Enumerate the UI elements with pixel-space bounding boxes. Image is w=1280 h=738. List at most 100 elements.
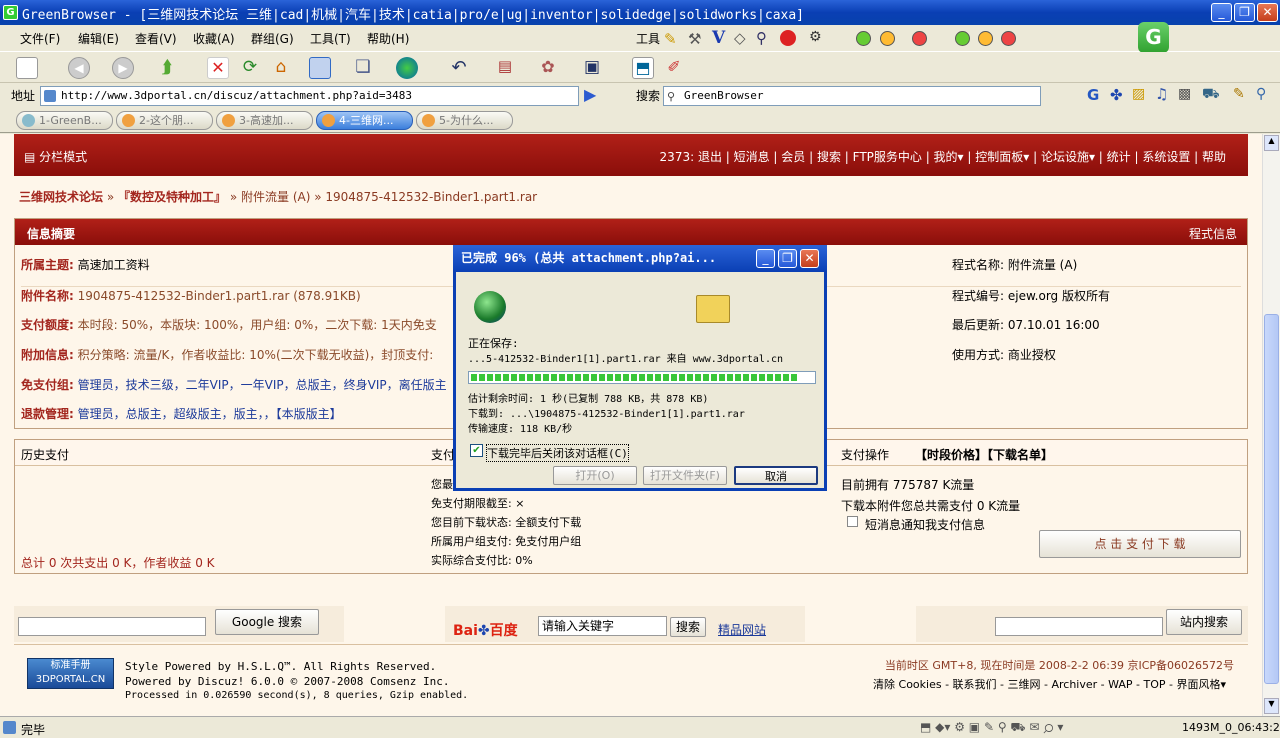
download-dialog: 已完成 96% (总共 attachment.php?ai... _ ❐ ✕ 正… <box>453 245 827 491</box>
op-links[interactable]: 【时段价格】【下载名单】 <box>915 446 1053 463</box>
mode-link[interactable]: ▤ 分栏模式 <box>24 148 87 165</box>
collector-icon[interactable]: ▤ <box>494 57 516 79</box>
save-icon[interactable]: ▣ <box>581 57 603 79</box>
dialog-minimize-button[interactable]: _ <box>756 249 775 268</box>
status-icons[interactable]: ⬒ ◆▾ ⚙ ▣ ✎ ⚲ ⛟ ✉ ⌕ ▾ <box>920 720 1063 736</box>
news-search-icon[interactable]: ▩ <box>1178 86 1191 102</box>
undo-icon[interactable]: ↶ <box>448 57 470 79</box>
skin-icon[interactable]: ✿ <box>537 57 559 79</box>
site-search-button[interactable]: 站内搜索 <box>1166 609 1242 635</box>
home-icon[interactable]: ⌂ <box>270 57 292 79</box>
search-input[interactable]: ⚲ GreenBrowser <box>663 86 1041 106</box>
new-page-icon[interactable] <box>16 57 38 79</box>
dialog-maximize-button[interactable]: ❐ <box>778 249 797 268</box>
menu-view[interactable]: 查看(V) <box>135 30 177 47</box>
minimize-button[interactable]: _ <box>1211 3 1232 22</box>
favorites-panel-icon[interactable] <box>309 57 331 79</box>
zoom-icon[interactable]: ⚲ <box>756 29 774 47</box>
google-search-button[interactable]: Google 搜索 <box>215 609 319 635</box>
pages-icon[interactable]: ❏ <box>352 57 374 79</box>
eraser-icon[interactable]: ◇ <box>734 29 752 47</box>
up-icon[interactable]: ⮭ <box>156 57 178 79</box>
scroll-down-icon[interactable]: ▼ <box>1264 698 1279 714</box>
pen-icon[interactable]: ✎ <box>664 30 682 48</box>
baidu-search-button[interactable]: 搜索 <box>670 617 706 637</box>
row-value[interactable]: 管理员，技术三级，二年VIP，一年VIP，总版主，终身VIP，离任版主 <box>78 378 447 392</box>
notify-checkbox[interactable] <box>847 516 858 527</box>
fullscreen-icon[interactable]: ⬒ <box>632 57 654 79</box>
3dportal-logo[interactable]: 标准手册 3DPORTAL.CN <box>27 658 114 689</box>
baidu-logo: Bai✤百度 <box>453 623 518 639</box>
stop-button[interactable]: ✕ <box>207 57 229 79</box>
row-right: 最后更新: 07.10.01 16:00 <box>952 318 1100 332</box>
row-value[interactable]: 管理员，总版主，超级版主，版主，，【本版版主】 <box>78 407 342 421</box>
top-links[interactable]: 2373: 退出 | 短消息 | 会员 | 搜索 | FTP服务中心 | 我的▾… <box>660 148 1226 165</box>
own-flow: 目前拥有 775787 K流量 <box>841 478 975 492</box>
red-light-icon[interactable] <box>912 31 927 46</box>
baidu-search-input[interactable]: 请输入关键字 <box>538 616 667 636</box>
breadcrumb-site[interactable]: 三维网技术论坛 <box>19 190 103 204</box>
menu-group[interactable]: 群组(G) <box>251 30 294 47</box>
title-bar: G GreenBrowser - [三维网技术论坛 三维|cad|机械|汽车|技… <box>0 0 1280 25</box>
open-button[interactable]: 打开(O) <box>553 466 637 485</box>
tab-4[interactable]: 4-三维网... <box>316 111 413 130</box>
highlight-icon[interactable]: ✎ <box>1233 86 1245 102</box>
clear-icon[interactable]: ✐ <box>663 57 685 79</box>
forward-icon[interactable]: ▶ <box>112 57 134 79</box>
back-icon[interactable]: ◀ <box>68 57 90 79</box>
dialog-close-button[interactable]: ✕ <box>800 249 819 268</box>
tools-icon[interactable]: ⚒ <box>688 30 706 48</box>
scroll-up-icon[interactable]: ▲ <box>1264 135 1279 151</box>
green-light-icon[interactable] <box>955 31 970 46</box>
tab-1[interactable]: 1-GreenB... <box>16 111 113 130</box>
settings-icon[interactable]: ⚙ <box>809 29 827 47</box>
open-folder-button[interactable]: 打开文件夹(F) <box>643 466 727 485</box>
site-search-input[interactable] <box>995 617 1163 636</box>
baidu-icon[interactable]: ✤ <box>1110 86 1123 104</box>
stop-icon[interactable] <box>780 30 796 46</box>
address-label: 地址 <box>11 89 36 103</box>
green-light-icon[interactable] <box>856 31 871 46</box>
vertical-scrollbar[interactable]: ▲ ▼ <box>1262 134 1280 716</box>
footer-links[interactable]: 清除 Cookies - 联系我们 - 三维网 - Archiver - WAP… <box>873 676 1226 692</box>
row-value: 高速加工资料 <box>77 258 150 272</box>
baidu-link[interactable]: 精品网站 <box>718 621 766 638</box>
transfer-speed: 传输速度: 118 KB/秒 <box>468 424 573 435</box>
app-icon[interactable]: G <box>3 5 18 20</box>
tab-5[interactable]: 5-为什么... <box>416 111 513 130</box>
menu-edit[interactable]: 编辑(E) <box>78 30 119 47</box>
cancel-button[interactable]: 取消 <box>734 466 818 485</box>
google-icon[interactable]: G <box>1087 86 1099 104</box>
refresh-icon[interactable]: ⟳ <box>239 57 261 79</box>
row-value: 1904875-412532-Binder1.part1.rar (878.91… <box>77 289 361 303</box>
red-light-icon[interactable] <box>1001 31 1016 46</box>
internet-icon[interactable] <box>396 57 418 79</box>
menu-help[interactable]: 帮助(H) <box>367 30 409 47</box>
close-when-done-label[interactable]: 下载完毕后关闭该对话框(C) <box>486 444 629 462</box>
address-bar: 地址 http://www.3dportal.cn/discuz/attachm… <box>0 83 1280 108</box>
menu-file[interactable]: 文件(F) <box>20 30 60 47</box>
v-icon[interactable]: V <box>712 28 730 48</box>
greenbrowser-logo: G <box>1138 22 1169 53</box>
address-input[interactable]: http://www.3dportal.cn/discuz/attachment… <box>40 86 579 106</box>
pay-download-button[interactable]: 点 击 支 付 下 载 <box>1039 530 1241 558</box>
shopping-icon[interactable]: ⛟ <box>1202 86 1220 104</box>
maximize-button[interactable]: ❐ <box>1234 3 1255 22</box>
yellow-light-icon[interactable] <box>978 31 993 46</box>
menu-tools[interactable]: 工具(T) <box>310 30 351 47</box>
breadcrumb: 三维网技术论坛 » 『数控及特种加工』 » 附件流量 (A) » 1904875… <box>19 190 538 204</box>
breadcrumb-forum[interactable]: 『数控及特种加工』 <box>118 190 226 204</box>
music-search-icon[interactable]: ♫ <box>1155 85 1168 103</box>
google-search-input[interactable] <box>18 617 206 636</box>
image-search-icon[interactable]: ▨ <box>1132 86 1145 102</box>
menu-favorites[interactable]: 收藏(A) <box>193 30 235 47</box>
yellow-light-icon[interactable] <box>880 31 895 46</box>
scroll-thumb[interactable] <box>1264 314 1279 684</box>
close-button[interactable]: ✕ <box>1257 3 1278 22</box>
find-icon[interactable]: ⚲ <box>1256 86 1266 102</box>
tab-3[interactable]: 3-高速加... <box>216 111 313 130</box>
go-icon[interactable]: ▶ <box>584 85 606 105</box>
row-label: 免支付组: <box>21 378 74 392</box>
close-when-done-checkbox[interactable]: ✔ <box>470 444 483 457</box>
tab-2[interactable]: 2-这个朋... <box>116 111 213 130</box>
